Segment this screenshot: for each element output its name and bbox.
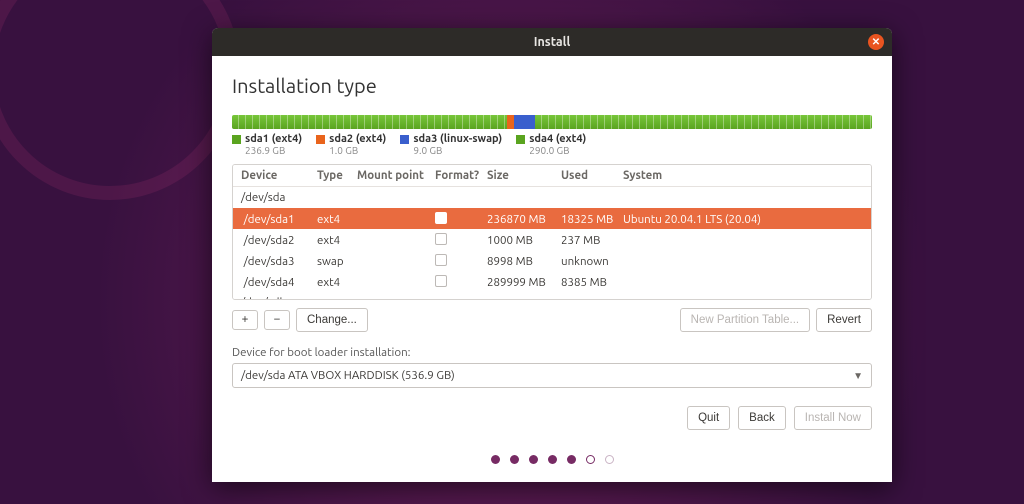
progress-dots <box>232 455 872 474</box>
cell-format <box>435 275 487 290</box>
close-button[interactable]: ✕ <box>868 34 884 50</box>
cell-type: ext4 <box>317 234 357 247</box>
legend-swatch <box>516 135 525 144</box>
cell-type: ext4 <box>317 276 357 289</box>
cell-device: /dev/sdb <box>241 296 317 299</box>
partition-toolbar: + − Change... New Partition Table... Rev… <box>232 308 872 332</box>
legend-label: sda3 (linux-swap) <box>413 133 502 145</box>
cell-format <box>435 254 487 269</box>
cell-size: 289999 MB <box>487 276 561 289</box>
cell-device: /dev/sda1 <box>241 213 317 226</box>
partition-table: Device Type Mount point Format? Size Use… <box>232 164 872 300</box>
titlebar: Install ✕ <box>212 28 892 56</box>
boot-loader-label: Device for boot loader installation: <box>232 346 872 359</box>
cell-used: 18325 MB <box>561 213 623 226</box>
table-row[interactable]: /dev/sda4ext4 289999 MB8385 MB <box>233 271 871 292</box>
wizard-nav: Quit Back Install Now <box>232 406 872 430</box>
new-partition-table-button[interactable]: New Partition Table... <box>680 308 810 332</box>
table-header: Device Type Mount point Format? Size Use… <box>233 165 871 187</box>
format-checkbox[interactable] <box>435 212 447 224</box>
close-icon: ✕ <box>872 36 880 48</box>
cell-system: Ubuntu 20.04.1 LTS (20.04) <box>623 213 863 226</box>
format-checkbox[interactable] <box>435 275 447 287</box>
legend-size: 9.0 GB <box>413 145 502 156</box>
cell-size: 8998 MB <box>487 255 561 268</box>
cell-used: unknown <box>561 255 623 268</box>
cell-device: /dev/sda2 <box>241 234 317 247</box>
installer-window: Install ✕ Installation type sda1 (ext4)2… <box>212 28 892 482</box>
cell-type: swap <box>317 255 357 268</box>
change-partition-button[interactable]: Change... <box>296 308 368 332</box>
legend-swatch <box>400 135 409 144</box>
cell-used: 8385 MB <box>561 276 623 289</box>
quit-button[interactable]: Quit <box>687 406 730 430</box>
table-row[interactable]: /dev/sdb <box>233 292 871 299</box>
col-device: Device <box>241 169 317 182</box>
legend-label: sda1 (ext4) <box>245 133 302 145</box>
col-mount: Mount point <box>357 169 435 182</box>
legend-size: 236.9 GB <box>245 145 302 156</box>
cell-type: ext4 <box>317 213 357 226</box>
partition-legend: sda1 (ext4)236.9 GB sda2 (ext4)1.0 GB sda3… <box>232 133 872 156</box>
legend-item: sda3 (linux-swap)9.0 GB <box>400 133 502 156</box>
format-checkbox[interactable] <box>435 233 447 245</box>
remove-partition-button[interactable]: − <box>264 310 290 330</box>
legend-label: sda4 (ext4) <box>529 133 586 145</box>
table-row[interactable]: /dev/sda3swap 8998 MBunknown <box>233 250 871 271</box>
cell-used: 237 MB <box>561 234 623 247</box>
add-partition-button[interactable]: + <box>232 310 258 330</box>
legend-item: sda1 (ext4)236.9 GB <box>232 133 302 156</box>
col-used: Used <box>561 169 623 182</box>
back-button[interactable]: Back <box>738 406 786 430</box>
install-now-button[interactable]: Install Now <box>794 406 872 430</box>
cell-device: /dev/sda <box>241 191 317 204</box>
table-row[interactable]: /dev/sda2ext4 1000 MB237 MB <box>233 229 871 250</box>
boot-loader-select[interactable]: /dev/sda ATA VBOX HARDDISK (536.9 GB) ▼ <box>232 363 872 388</box>
cell-size: 1000 MB <box>487 234 561 247</box>
cell-device: /dev/sda3 <box>241 255 317 268</box>
col-format: Format? <box>435 169 487 182</box>
legend-item: sda2 (ext4)1.0 GB <box>316 133 386 156</box>
page-title: Installation type <box>232 74 872 97</box>
table-row[interactable]: /dev/sda1ext4 236870 MB18325 MBUbuntu 20.… <box>233 208 871 229</box>
legend-swatch <box>232 135 241 144</box>
table-row[interactable]: /dev/sda <box>233 187 871 208</box>
boot-loader-value: /dev/sda ATA VBOX HARDDISK (536.9 GB) <box>241 369 455 382</box>
legend-size: 290.0 GB <box>529 145 586 156</box>
cell-device: /dev/sda4 <box>241 276 317 289</box>
partition-bar <box>232 115 872 129</box>
chevron-down-icon: ▼ <box>853 370 863 382</box>
window-title: Install <box>534 35 571 49</box>
format-checkbox[interactable] <box>435 254 447 266</box>
legend-size: 1.0 GB <box>329 145 386 156</box>
legend-swatch <box>316 135 325 144</box>
cell-format <box>435 212 487 227</box>
legend-item: sda4 (ext4)290.0 GB <box>516 133 586 156</box>
legend-label: sda2 (ext4) <box>329 133 386 145</box>
col-size: Size <box>487 169 561 182</box>
col-system: System <box>623 169 863 182</box>
cell-format <box>435 233 487 248</box>
cell-size: 236870 MB <box>487 213 561 226</box>
col-type: Type <box>317 169 357 182</box>
revert-button[interactable]: Revert <box>816 308 872 332</box>
table-body[interactable]: /dev/sda /dev/sda1ext4236870 MB18325 MBU… <box>233 187 871 299</box>
